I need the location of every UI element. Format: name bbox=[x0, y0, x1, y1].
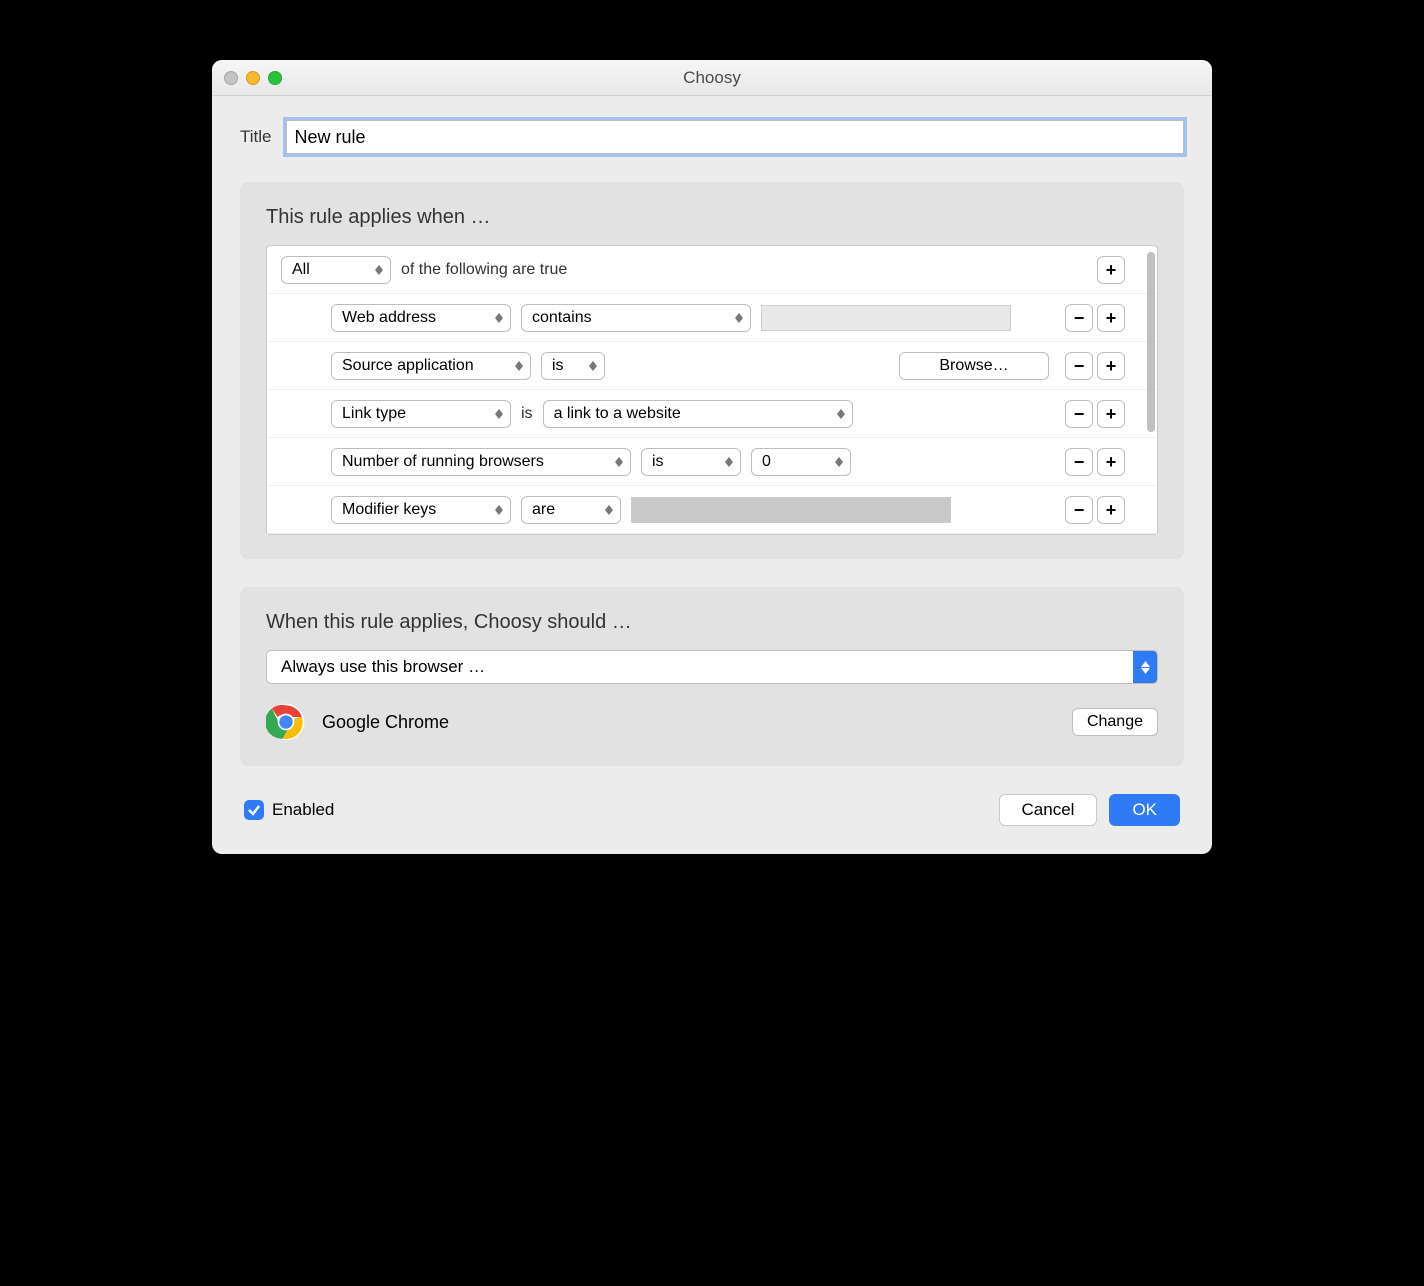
chevron-updown-icon bbox=[514, 361, 524, 371]
add-condition-button[interactable]: + bbox=[1097, 448, 1125, 476]
add-condition-button[interactable]: + bbox=[1097, 304, 1125, 332]
remove-condition-button[interactable]: − bbox=[1065, 448, 1093, 476]
quantifier-select[interactable]: All bbox=[281, 256, 391, 284]
remove-condition-button[interactable]: − bbox=[1065, 304, 1093, 332]
condition-row: Source application is bbox=[267, 342, 1157, 390]
chevron-updown-icon bbox=[1133, 651, 1157, 683]
change-browser-button[interactable]: Change bbox=[1072, 708, 1158, 736]
window-title: Choosy bbox=[212, 68, 1212, 88]
browser-row: Google Chrome Change bbox=[266, 702, 1158, 742]
add-condition-button[interactable]: + bbox=[1097, 400, 1125, 428]
condition-operator-select[interactable]: contains bbox=[521, 304, 751, 332]
enabled-checkbox[interactable] bbox=[244, 800, 264, 820]
remove-condition-button[interactable]: − bbox=[1065, 400, 1093, 428]
condition-field-select[interactable]: Link type bbox=[331, 400, 511, 428]
titlebar: Choosy bbox=[212, 60, 1212, 96]
chevron-updown-icon bbox=[834, 457, 844, 467]
title-label: Title bbox=[240, 127, 272, 147]
modifier-keys-display[interactable] bbox=[631, 497, 951, 523]
condition-field-select[interactable]: Source application bbox=[331, 352, 531, 380]
add-condition-button[interactable]: + bbox=[1097, 352, 1125, 380]
condition-operator-select[interactable]: is bbox=[641, 448, 741, 476]
action-heading: When this rule applies, Choosy should … bbox=[266, 611, 1158, 634]
conditions-heading: This rule applies when … bbox=[266, 206, 1158, 229]
chevron-updown-icon bbox=[724, 457, 734, 467]
condition-field-select[interactable]: Number of running browsers bbox=[331, 448, 631, 476]
condition-operator-select[interactable]: is bbox=[541, 352, 605, 380]
action-panel: When this rule applies, Choosy should … … bbox=[240, 587, 1184, 766]
conditions-list: All of the following are true + bbox=[266, 245, 1158, 535]
condition-number-select[interactable]: 0 bbox=[751, 448, 851, 476]
condition-group-header: All of the following are true + bbox=[267, 246, 1157, 294]
chevron-updown-icon bbox=[604, 505, 614, 515]
chevron-updown-icon bbox=[494, 409, 504, 419]
title-row: Title bbox=[240, 120, 1184, 154]
title-input[interactable] bbox=[286, 120, 1185, 154]
conditions-panel: This rule applies when … All of the foll… bbox=[240, 182, 1184, 559]
chevron-updown-icon bbox=[374, 265, 384, 275]
quantifier-suffix: of the following are true bbox=[401, 261, 567, 279]
cancel-button[interactable]: Cancel bbox=[999, 794, 1098, 826]
ok-button[interactable]: OK bbox=[1109, 794, 1180, 826]
dialog-content: Title This rule applies when … All of th… bbox=[212, 96, 1212, 854]
browser-name: Google Chrome bbox=[322, 712, 449, 733]
chevron-updown-icon bbox=[734, 313, 744, 323]
operator-static-label: is bbox=[521, 405, 533, 423]
chevron-updown-icon bbox=[836, 409, 846, 419]
condition-operator-select[interactable]: are bbox=[521, 496, 621, 524]
action-select[interactable]: Always use this browser … bbox=[266, 650, 1158, 684]
condition-value-input[interactable] bbox=[761, 305, 1011, 331]
footer: Enabled Cancel OK bbox=[240, 794, 1184, 826]
condition-row: Modifier keys are bbox=[267, 486, 1157, 534]
browse-app-button[interactable]: Browse… bbox=[899, 352, 1049, 380]
enabled-label: Enabled bbox=[272, 800, 334, 820]
chevron-updown-icon bbox=[494, 505, 504, 515]
condition-field-select[interactable]: Web address bbox=[331, 304, 511, 332]
condition-row: Number of running browsers is bbox=[267, 438, 1157, 486]
dialog-window: Choosy Title This rule applies when … Al… bbox=[212, 60, 1212, 854]
quantifier-value: All bbox=[292, 261, 310, 279]
condition-value-select[interactable]: a link to a website bbox=[543, 400, 853, 428]
condition-row: Web address contains bbox=[267, 294, 1157, 342]
chrome-icon bbox=[266, 702, 306, 742]
check-icon bbox=[247, 803, 261, 817]
chevron-updown-icon bbox=[614, 457, 624, 467]
chevron-updown-icon bbox=[494, 313, 504, 323]
add-condition-button[interactable]: + bbox=[1097, 256, 1125, 284]
remove-condition-button[interactable]: − bbox=[1065, 496, 1093, 524]
remove-condition-button[interactable]: − bbox=[1065, 352, 1093, 380]
condition-field-select[interactable]: Modifier keys bbox=[331, 496, 511, 524]
scrollbar[interactable] bbox=[1147, 252, 1155, 432]
chevron-updown-icon bbox=[588, 361, 598, 371]
condition-row: Link type is a link to a website bbox=[267, 390, 1157, 438]
add-condition-button[interactable]: + bbox=[1097, 496, 1125, 524]
action-select-value: Always use this browser … bbox=[267, 657, 499, 677]
